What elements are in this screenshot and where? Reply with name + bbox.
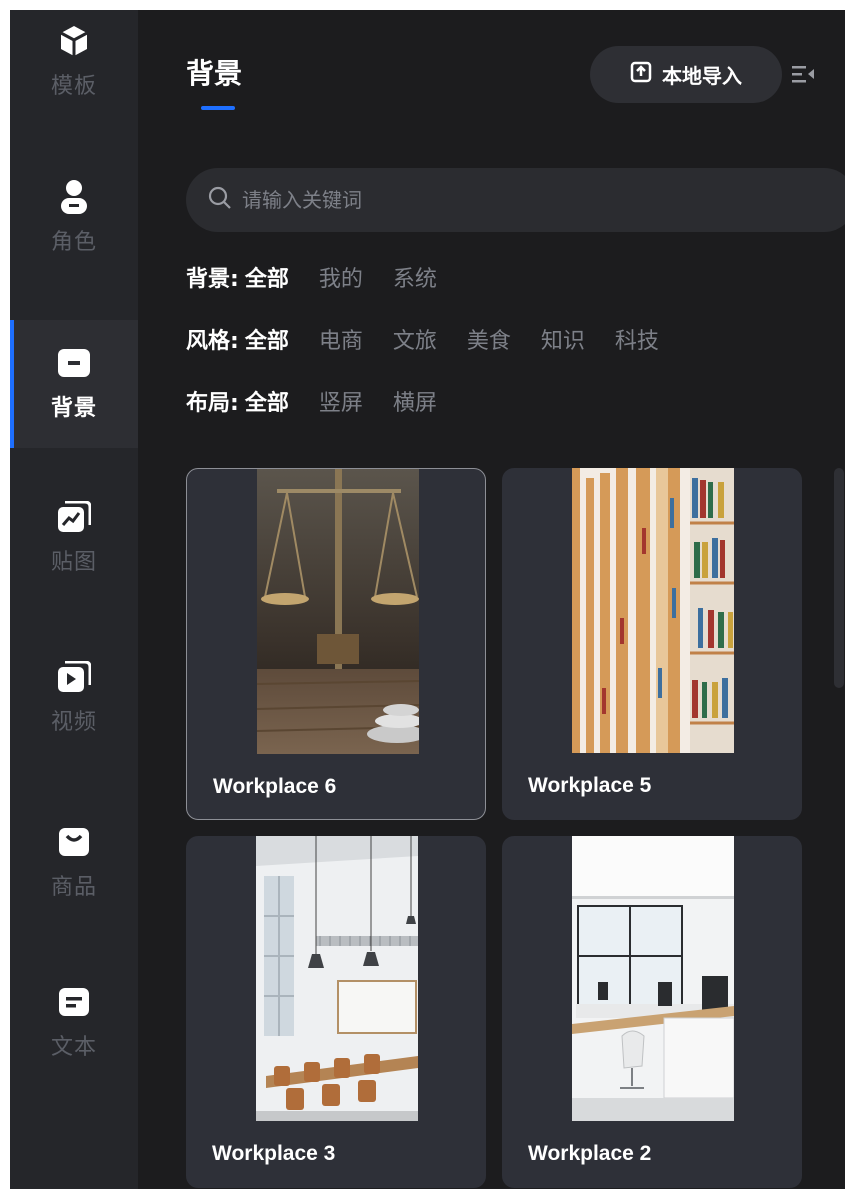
sidebar-item-character[interactable]: 角色 [10, 180, 138, 308]
main-panel: 背景 本地导入 背景: 全部 我的 系统 风格: 全部 电商 [138, 10, 845, 1189]
background-name: Workplace 5 [528, 774, 652, 797]
background-thumbnail [256, 836, 418, 1121]
sidebar: 模板 角色 背景 贴图 视频 商品 文本 [10, 10, 138, 1189]
video-icon [57, 660, 91, 694]
background-name: Workplace 6 [213, 775, 337, 798]
filter-option-tech[interactable]: 科技 [615, 323, 659, 355]
sidebar-item-label: 文本 [50, 1035, 97, 1060]
sidebar-item-sticker[interactable]: 贴图 [10, 500, 138, 628]
sticker-icon [57, 500, 91, 534]
cube-icon [57, 24, 91, 58]
person-icon [57, 180, 91, 214]
sidebar-item-label: 商品 [50, 875, 97, 900]
sidebar-item-label: 角色 [50, 230, 97, 255]
app-window: 模板 角色 背景 贴图 视频 商品 文本 背景 本地导入 请输入关键词 背景: … [10, 10, 845, 1189]
filter-option-landscape[interactable]: 横屏 [393, 385, 437, 417]
filter-row-source: 背景: 全部 我的 系统 [186, 262, 467, 292]
sidebar-item-template[interactable]: 模板 [10, 10, 138, 128]
background-thumbnail [572, 468, 734, 753]
background-thumbnail [572, 836, 734, 1121]
sidebar-item-background[interactable]: 背景 [10, 320, 138, 448]
filter-option-travel[interactable]: 文旅 [393, 323, 437, 355]
local-import-button[interactable]: 本地导入 [590, 46, 782, 103]
filter-label: 背景: [186, 267, 239, 292]
filter-option-all[interactable]: 全部 [245, 323, 289, 355]
filter-option-mine[interactable]: 我的 [319, 261, 363, 293]
text-icon [57, 985, 91, 1019]
filter-option-ecommerce[interactable]: 电商 [319, 323, 363, 355]
filter-row-style: 风格: 全部 电商 文旅 美食 知识 科技 [186, 324, 689, 354]
upload-icon [630, 61, 652, 88]
sidebar-item-product[interactable]: 商品 [10, 825, 138, 953]
search-bar[interactable] [186, 168, 845, 232]
sidebar-item-label: 背景 [50, 396, 97, 421]
sidebar-item-text[interactable]: 文本 [10, 985, 138, 1113]
tab-background[interactable]: 背景 [186, 52, 242, 92]
filter-option-system[interactable]: 系统 [393, 261, 437, 293]
local-import-label: 本地导入 [662, 64, 742, 88]
filter-label: 布局: [186, 391, 239, 416]
background-thumbnail [257, 469, 419, 754]
filter-row-layout: 布局: 全部 竖屏 横屏 [186, 386, 467, 416]
shopping-bag-icon [57, 825, 91, 859]
scrollbar[interactable] [834, 468, 844, 688]
filter-option-portrait[interactable]: 竖屏 [319, 385, 363, 417]
background-card[interactable]: Workplace 3 [186, 836, 486, 1188]
filter-option-food[interactable]: 美食 [467, 323, 511, 355]
background-card[interactable]: Workplace 2 [502, 836, 802, 1188]
sidebar-item-video[interactable]: 视频 [10, 660, 138, 788]
filter-option-all[interactable]: 全部 [245, 385, 289, 417]
background-icon [57, 346, 91, 380]
sidebar-item-label: 贴图 [50, 550, 97, 575]
background-name: Workplace 2 [528, 1142, 652, 1165]
sidebar-item-label: 视频 [50, 710, 97, 735]
filter-option-all[interactable]: 全部 [245, 261, 289, 293]
sidebar-item-label: 模板 [50, 74, 97, 99]
active-tab-indicator [201, 106, 235, 110]
collapse-panel-icon[interactable] [790, 62, 818, 86]
background-card[interactable]: Workplace 5 [502, 468, 802, 820]
background-card[interactable]: Workplace 6 [186, 468, 486, 820]
filter-label: 风格: [186, 329, 239, 354]
filter-option-knowledge[interactable]: 知识 [541, 323, 585, 355]
search-icon [208, 186, 232, 214]
search-input[interactable] [242, 188, 802, 212]
background-name: Workplace 3 [212, 1142, 336, 1165]
